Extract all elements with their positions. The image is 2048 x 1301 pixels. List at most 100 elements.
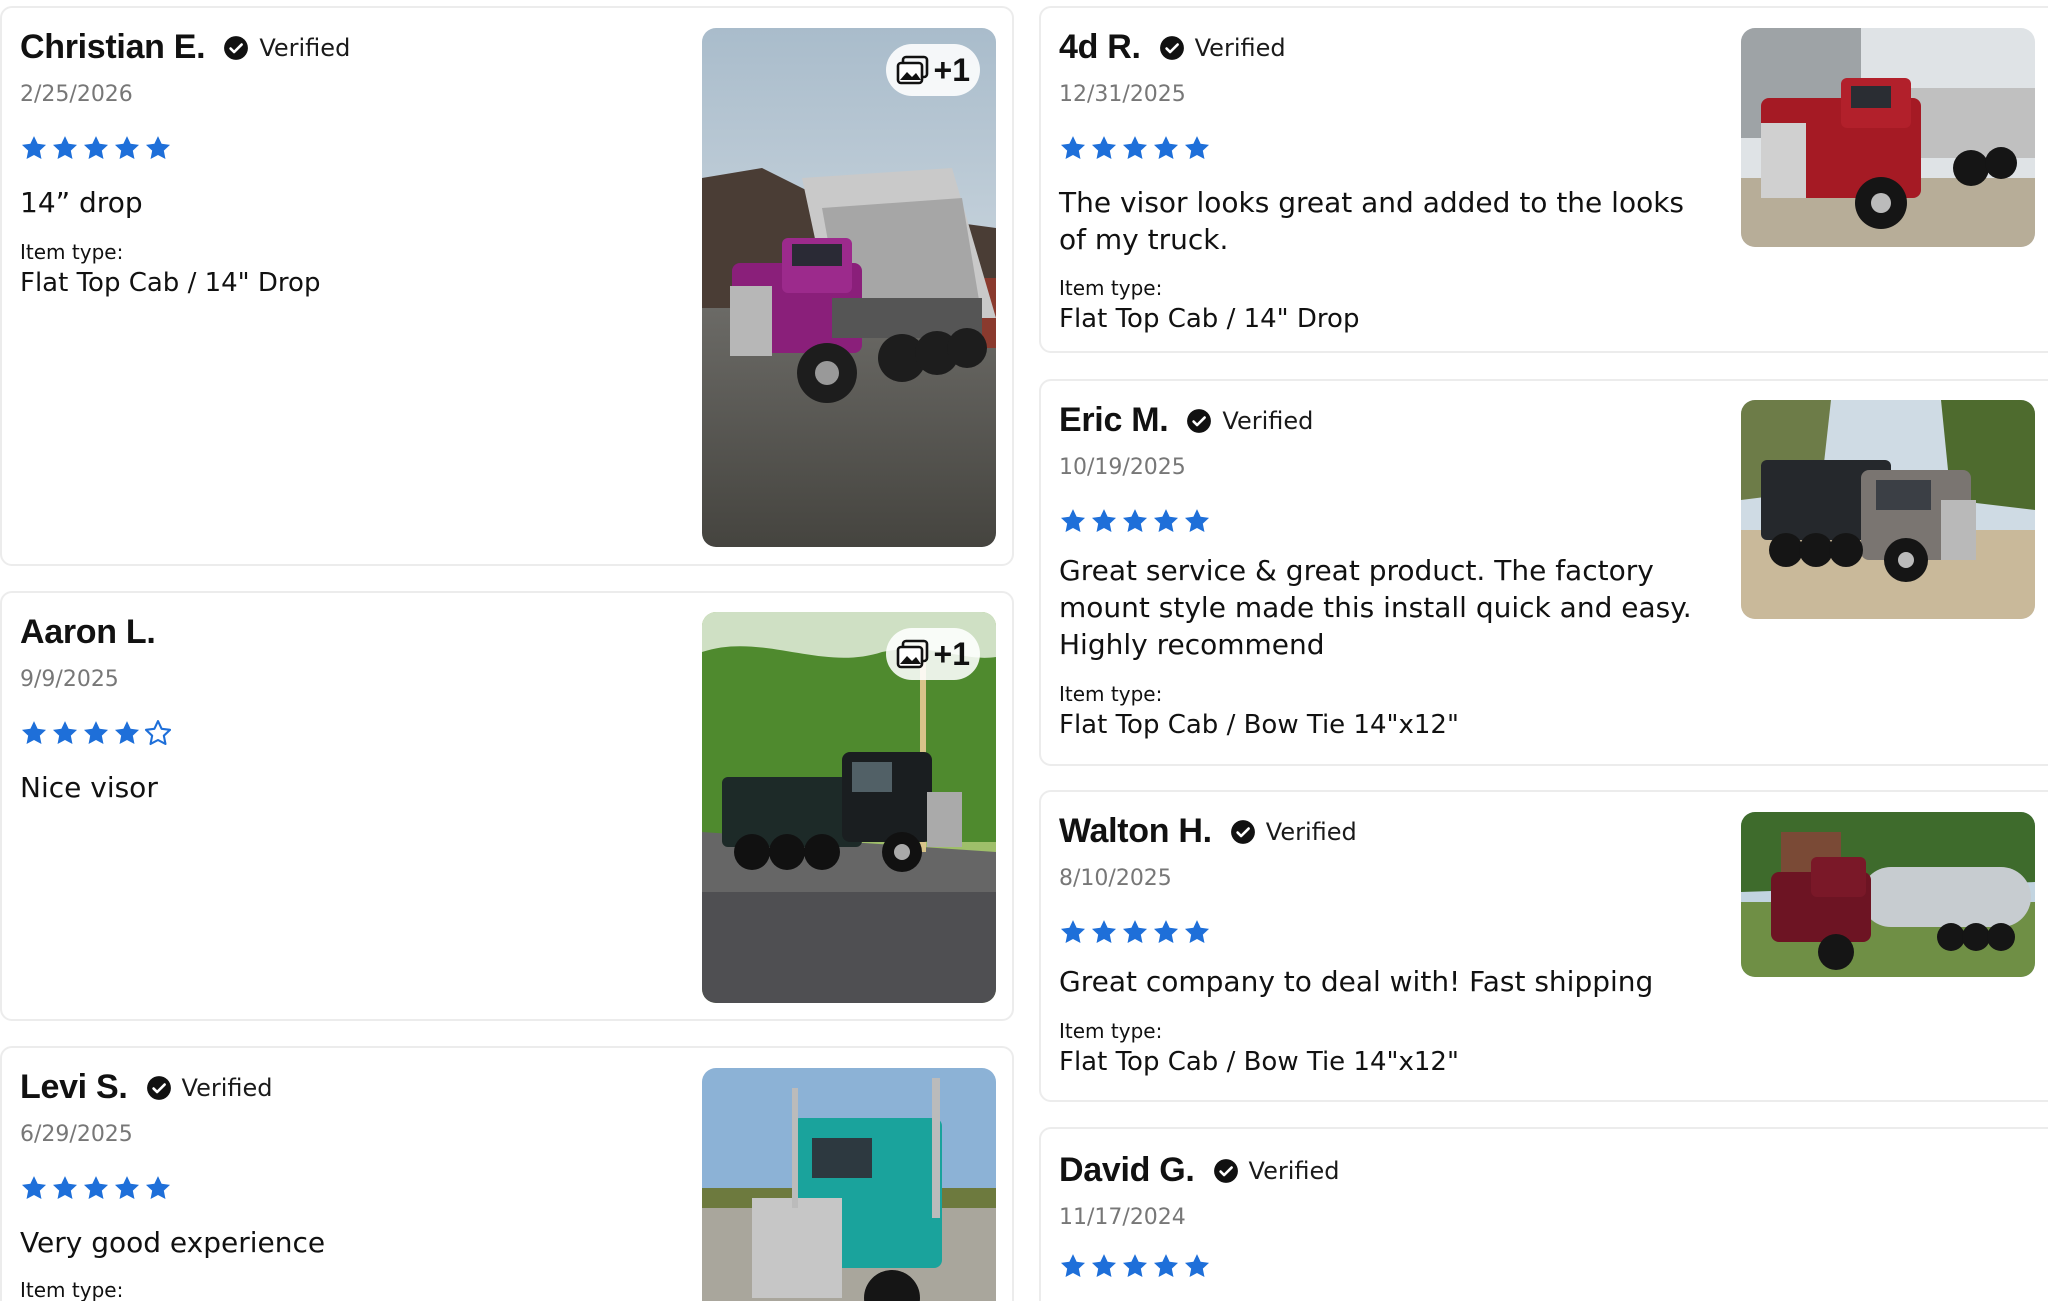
- reviewer-name: Christian E.: [20, 28, 206, 66]
- review-title: Great service & great product. The facto…: [1059, 552, 1692, 663]
- star-filled-icon: [1091, 920, 1117, 943]
- star-rating: [1059, 134, 1211, 162]
- star-filled-icon: [83, 136, 109, 159]
- review-title-line: Great service & great product. The facto…: [1059, 554, 1654, 587]
- star-filled-icon: [21, 721, 47, 744]
- reviewer-name: Walton H.: [1059, 812, 1212, 850]
- star-filled-icon: [21, 1176, 47, 1199]
- review-title: The visor looks great and added to the l…: [1059, 184, 1684, 258]
- star-filled-icon: [114, 136, 140, 159]
- reviewer-row: Levi S. Verified: [20, 1068, 273, 1107]
- review-title: Very good experience: [20, 1226, 326, 1259]
- verified-label: Verified: [1222, 406, 1314, 435]
- check-badge-icon: [1213, 1158, 1238, 1183]
- review-title-line: Highly recommend: [1059, 628, 1325, 661]
- review-photo[interactable]: [1741, 28, 2035, 247]
- star-filled-icon: [1091, 1254, 1117, 1277]
- reviewer-row: 4d R. Verified: [1059, 28, 1286, 67]
- star-filled-icon: [145, 136, 171, 159]
- more-photos-badge[interactable]: +1: [885, 44, 980, 96]
- more-photos-badge[interactable]: +1: [885, 628, 980, 680]
- review-card: Eric M. Verified 10/19/2025 Great servic…: [1039, 379, 2048, 766]
- review-title-line: mount style made this install quick and …: [1059, 591, 1692, 624]
- photos-icon: [896, 639, 928, 669]
- verified-label: Verified: [1265, 817, 1357, 846]
- verified-badge: Verified: [1186, 407, 1313, 435]
- review-photo[interactable]: +1: [702, 28, 996, 547]
- review-photo[interactable]: [1741, 400, 2035, 619]
- star-rating: [1059, 1252, 1211, 1280]
- star-filled-icon: [1184, 509, 1210, 532]
- star-rating: [1059, 507, 1211, 535]
- star-filled-icon: [1060, 920, 1086, 943]
- star-rating: [20, 134, 172, 162]
- more-photos-count: +1: [933, 51, 970, 88]
- photos-icon: [896, 55, 928, 85]
- review-photo[interactable]: [702, 1068, 996, 1301]
- review-title-line: The visor looks great and added to the l…: [1059, 186, 1685, 219]
- star-filled-icon: [83, 1176, 109, 1199]
- reviewer-row: David G. Verified: [1059, 1151, 1340, 1190]
- verified-badge: Verified: [146, 1074, 273, 1102]
- star-filled-icon: [1153, 509, 1179, 532]
- reviewer-row: Walton H. Verified: [1059, 812, 1357, 851]
- check-badge-icon: [224, 35, 249, 60]
- star-filled-icon: [114, 721, 140, 744]
- review-card: Christian E. Verified 2/25/2026 14” drop…: [0, 6, 1014, 566]
- review-date: 12/31/2025: [1059, 82, 1186, 107]
- star-filled-icon: [52, 721, 78, 744]
- review-photo[interactable]: +1: [702, 612, 996, 1003]
- verified-label: Verified: [1248, 1156, 1340, 1185]
- reviewer-name: David G.: [1059, 1151, 1195, 1189]
- review-date: 2/25/2026: [20, 82, 133, 107]
- review-card: Walton H. Verified 8/10/2025 Great compa…: [1039, 790, 2048, 1102]
- review-date: 9/9/2025: [20, 667, 119, 692]
- check-badge-icon: [1230, 819, 1255, 844]
- star-rating: [20, 719, 172, 747]
- reviewer-row: Christian E. Verified: [20, 28, 350, 67]
- star-filled-icon: [1153, 1254, 1179, 1277]
- star-filled-icon: [52, 1176, 78, 1199]
- check-badge-icon: [146, 1075, 171, 1100]
- verified-badge: Verified: [223, 34, 350, 62]
- review-card: Aaron L. 9/9/2025 Nice visor +1: [0, 591, 1014, 1021]
- star-filled-icon: [1060, 1254, 1086, 1277]
- verified-badge: Verified: [1159, 34, 1286, 62]
- item-type-value: Flat Top Cab / 14" Drop: [20, 268, 321, 298]
- review-title: Nice visor: [20, 771, 158, 804]
- reviewer-name: Levi S.: [20, 1068, 128, 1106]
- star-filled-icon: [83, 721, 109, 744]
- star-filled-icon: [1184, 136, 1210, 159]
- item-type-label: Item type:: [20, 240, 124, 264]
- truck-photo-tanker: [1741, 812, 2035, 977]
- review-card: David G. Verified 11/17/2024: [1039, 1127, 2048, 1301]
- star-filled-icon: [1153, 136, 1179, 159]
- star-filled-icon: [52, 136, 78, 159]
- reviewer-name: Aaron L.: [20, 613, 156, 651]
- star-filled-icon: [145, 1176, 171, 1199]
- reviewer-row: Aaron L.: [20, 613, 156, 652]
- item-type-value: Flat Top Cab / Bow Tie 14"x12": [1059, 710, 1459, 740]
- reviewer-name: 4d R.: [1059, 28, 1141, 66]
- review-photo[interactable]: [1741, 812, 2035, 977]
- star-filled-icon: [1184, 1254, 1210, 1277]
- verified-badge: Verified: [1213, 1157, 1340, 1185]
- item-type-label: Item type:: [20, 1278, 124, 1301]
- star-filled-icon: [1122, 1254, 1148, 1277]
- star-filled-icon: [1122, 920, 1148, 943]
- star-filled-icon: [1060, 509, 1086, 532]
- item-type-label: Item type:: [1059, 682, 1163, 706]
- reviewer-name: Eric M.: [1059, 401, 1169, 439]
- truck-photo-purple: [702, 28, 996, 547]
- item-type-label: Item type:: [1059, 1019, 1163, 1043]
- star-empty-icon: [144, 720, 172, 746]
- verified-label: Verified: [259, 33, 351, 62]
- truck-photo-gray: [1741, 400, 2035, 619]
- star-filled-icon: [1060, 136, 1086, 159]
- star-rating: [1059, 918, 1211, 946]
- review-date: 10/19/2025: [1059, 455, 1186, 480]
- star-filled-icon: [1122, 509, 1148, 532]
- star-filled-icon: [114, 1176, 140, 1199]
- truck-photo-teal: [702, 1068, 996, 1301]
- review-title: 14” drop: [20, 186, 143, 219]
